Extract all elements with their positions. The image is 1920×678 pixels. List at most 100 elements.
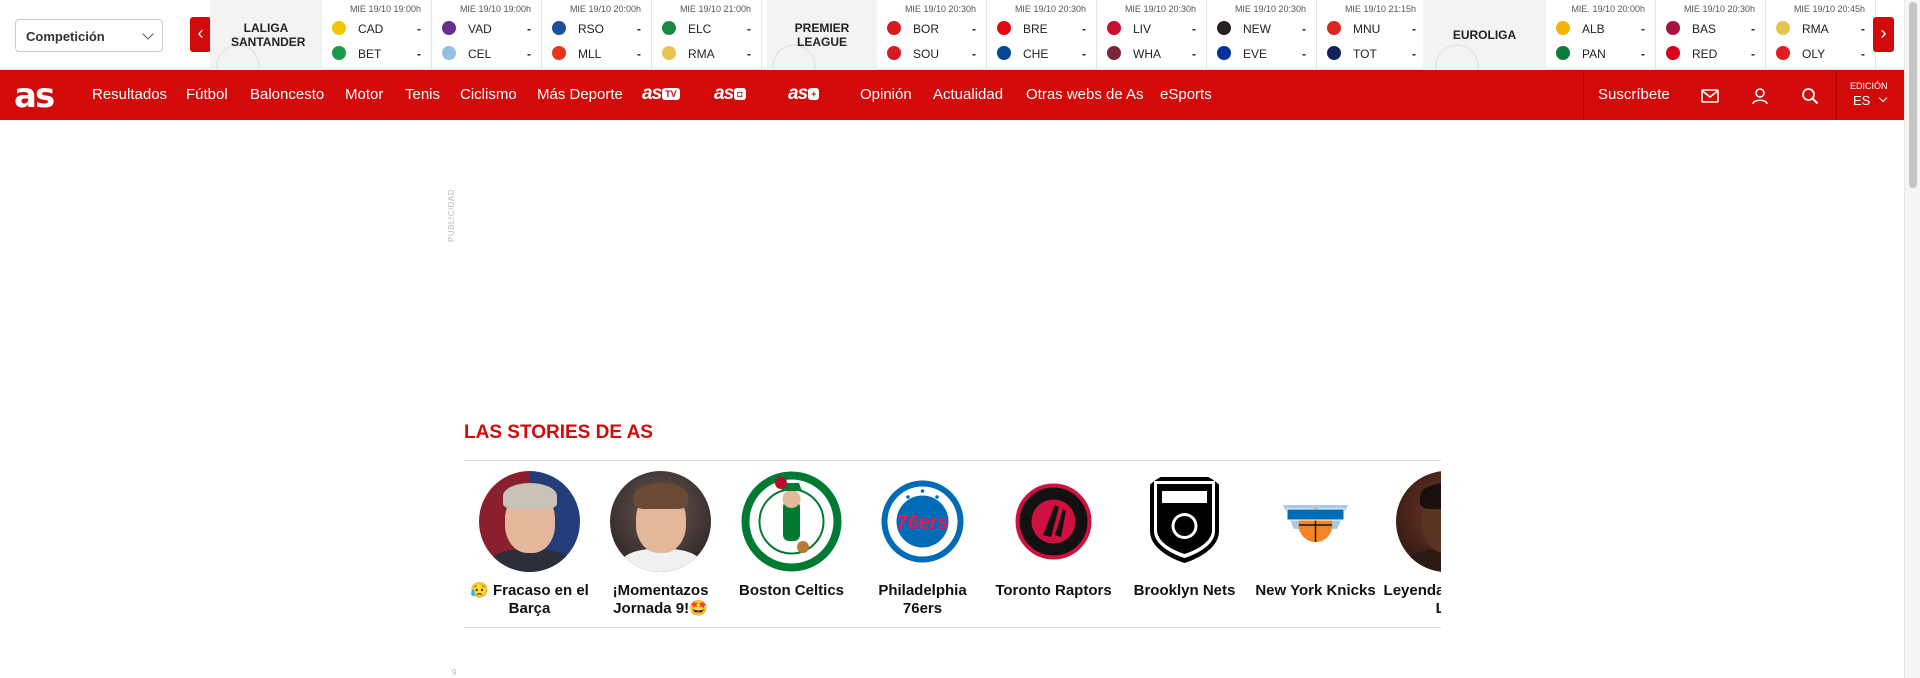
- away-team-score: -: [972, 47, 976, 61]
- match-card[interactable]: MIE 19/10 19:00h VAD - CEL -: [432, 0, 542, 70]
- competition-label-premier[interactable]: PREMIER LEAGUE: [767, 0, 877, 70]
- as-photo-logo: as: [714, 83, 734, 104]
- home-team-crest-icon: [1327, 21, 1341, 35]
- away-team-crest-icon: [1107, 46, 1121, 60]
- home-team-name: BAS: [1692, 22, 1717, 36]
- match-card[interactable]: MIE 19/10 19:00h CAD - BET -: [322, 0, 432, 70]
- scoreboard-next-button[interactable]: ›: [1873, 17, 1894, 52]
- nav-item-tenis[interactable]: Tenis: [405, 86, 440, 103]
- story-caption: Leyendas: mate a L...: [1383, 582, 1441, 617]
- away-team-name: EVE: [1243, 47, 1268, 61]
- search-icon[interactable]: [1800, 86, 1820, 106]
- match-date: MIE 19/10 20:00h: [569, 4, 641, 14]
- subscribe-link[interactable]: Suscríbete: [1598, 86, 1670, 103]
- page-scrollbar[interactable]: [1904, 0, 1920, 678]
- nav-item-resultados[interactable]: Resultados: [92, 86, 167, 103]
- story-fracaso-barca[interactable]: 😥 Fracaso en el Barça: [464, 471, 595, 618]
- competition-name: PREMIER LEAGUE: [794, 21, 850, 49]
- away-team-score: -: [417, 47, 421, 61]
- nav-item-futbol[interactable]: Fútbol: [186, 86, 228, 103]
- away-team-crest-icon: [1666, 46, 1680, 60]
- story-brooklyn-nets[interactable]: Brooklyn Nets: [1119, 471, 1250, 600]
- edition-value: ES: [1853, 93, 1871, 108]
- match-card[interactable]: MIE 19/10 21:00h ELC - RMA -: [652, 0, 762, 70]
- away-team-crest-icon: [662, 46, 676, 60]
- home-team-crest-icon: [1556, 21, 1570, 35]
- results-scoreboard: Competición ‹ LALIGA SANTANDER MIE 19/10…: [0, 0, 1904, 70]
- away-team-crest-icon: [442, 46, 456, 60]
- scoreboard-matches: LALIGA SANTANDER MIE 19/10 19:00h CAD - BET…: [210, 0, 1876, 70]
- story-thumbnail: [741, 471, 842, 572]
- ad-label-2: 9: [452, 668, 457, 677]
- away-team-row: EVE -: [1217, 46, 1306, 62]
- new-york-knicks-logo: [1283, 505, 1348, 542]
- away-team-crest-icon: [1217, 46, 1231, 60]
- match-card[interactable]: MIE 19/10 20:30h BAS - RED -: [1656, 0, 1766, 70]
- nav-item-as-tv[interactable]: as TV: [642, 83, 680, 105]
- nav-item-esports[interactable]: eSports: [1160, 86, 1212, 103]
- away-team-score: -: [1861, 47, 1865, 61]
- home-team-name: BRE: [1023, 22, 1048, 36]
- match-card[interactable]: MIE 19/10 20:30h BOR - SOU -: [877, 0, 987, 70]
- nav-item-actualidad[interactable]: Actualidad: [933, 86, 1003, 103]
- story-philadelphia-76ers[interactable]: 76ers Philadelphia 76ers: [857, 471, 988, 618]
- match-date: MIE 19/10 20:30h: [1234, 4, 1306, 14]
- mail-icon[interactable]: [1700, 86, 1720, 106]
- home-team-score: -: [1192, 22, 1196, 36]
- match-date: MIE 19/10 20:30h: [1014, 4, 1086, 14]
- match-card[interactable]: MIE 19/10 20:30h NEW - EVE -: [1207, 0, 1317, 70]
- match-card[interactable]: MIE. 19/10 20:00h ALB - PAN -: [1546, 0, 1656, 70]
- nav-item-as-photo[interactable]: as ◘: [714, 83, 746, 105]
- story-toronto-raptors[interactable]: Toronto Raptors: [988, 471, 1119, 600]
- away-team-row: MLL -: [552, 46, 641, 62]
- match-card[interactable]: MIE 19/10 20:45h RMA - OLY -: [1766, 0, 1876, 70]
- competition-select[interactable]: Competición: [15, 19, 163, 52]
- story-caption: Boston Celtics: [738, 582, 844, 599]
- match-card[interactable]: MIE 19/10 21:15h MNU - TOT -: [1317, 0, 1427, 70]
- home-team-row: MNU -: [1327, 21, 1416, 37]
- as-logo[interactable]: as: [14, 76, 55, 116]
- away-team-crest-icon: [552, 46, 566, 60]
- home-team-crest-icon: [997, 21, 1011, 35]
- home-team-name: ALB: [1582, 22, 1605, 36]
- nav-item-ciclismo[interactable]: Ciclismo: [460, 86, 517, 103]
- away-team-row: CEL -: [442, 46, 531, 62]
- nav-item-opinion[interactable]: Opinión: [860, 86, 912, 103]
- scrollbar-thumb[interactable]: [1909, 2, 1917, 188]
- story-leyendas[interactable]: Leyendas: mate a L...: [1381, 471, 1441, 618]
- away-team-score: -: [1751, 47, 1755, 61]
- home-team-row: CAD -: [332, 21, 421, 37]
- user-icon[interactable]: [1750, 86, 1770, 106]
- page: Competición ‹ LALIGA SANTANDER MIE 19/10…: [0, 0, 1920, 678]
- away-team-score: -: [527, 47, 531, 61]
- competition-label-euroliga[interactable]: EUROLIGA: [1423, 0, 1546, 70]
- competition-label-laliga[interactable]: LALIGA SANTANDER: [210, 0, 322, 70]
- home-team-score: -: [527, 22, 531, 36]
- match-card[interactable]: MIE 19/10 20:30h LIV - WHA -: [1097, 0, 1207, 70]
- away-team-score: -: [637, 47, 641, 61]
- story-new-york-knicks[interactable]: New York Knicks: [1250, 471, 1381, 600]
- match-date: MIE 19/10 20:45h: [1793, 4, 1865, 14]
- home-team-name: CAD: [358, 22, 384, 36]
- away-team-crest-icon: [332, 46, 346, 60]
- match-card[interactable]: MIE 19/10 20:00h RSO - MLL -: [542, 0, 652, 70]
- match-card[interactable]: MIE 19/10 20:30h BRE - CHE -: [987, 0, 1097, 70]
- home-team-score: -: [1751, 22, 1755, 36]
- match-date: MIE 19/10 20:30h: [1124, 4, 1196, 14]
- nav-item-otras-webs[interactable]: Otras webs de As: [1026, 86, 1144, 103]
- away-team-name: TOT: [1353, 47, 1377, 61]
- nav-item-mas-deporte[interactable]: Más Deporte: [537, 86, 623, 103]
- away-team-crest-icon: [997, 46, 1011, 60]
- story-thumbnail: [1396, 471, 1441, 572]
- home-team-name: VAD: [468, 22, 492, 36]
- story-thumbnail: [479, 471, 580, 572]
- nav-item-baloncesto[interactable]: Baloncesto: [250, 86, 324, 103]
- scoreboard-prev-button[interactable]: ‹: [190, 17, 211, 52]
- home-team-crest-icon: [552, 21, 566, 35]
- away-team-row: TOT -: [1327, 46, 1416, 62]
- nav-item-motor[interactable]: Motor: [345, 86, 383, 103]
- story-momentazos[interactable]: ¡Momentazos Jornada 9!🤩: [595, 471, 726, 618]
- story-boston-celtics[interactable]: Boston Celtics: [726, 471, 857, 600]
- away-team-row: PAN -: [1556, 46, 1645, 62]
- nav-item-as-plus[interactable]: as +: [788, 83, 820, 105]
